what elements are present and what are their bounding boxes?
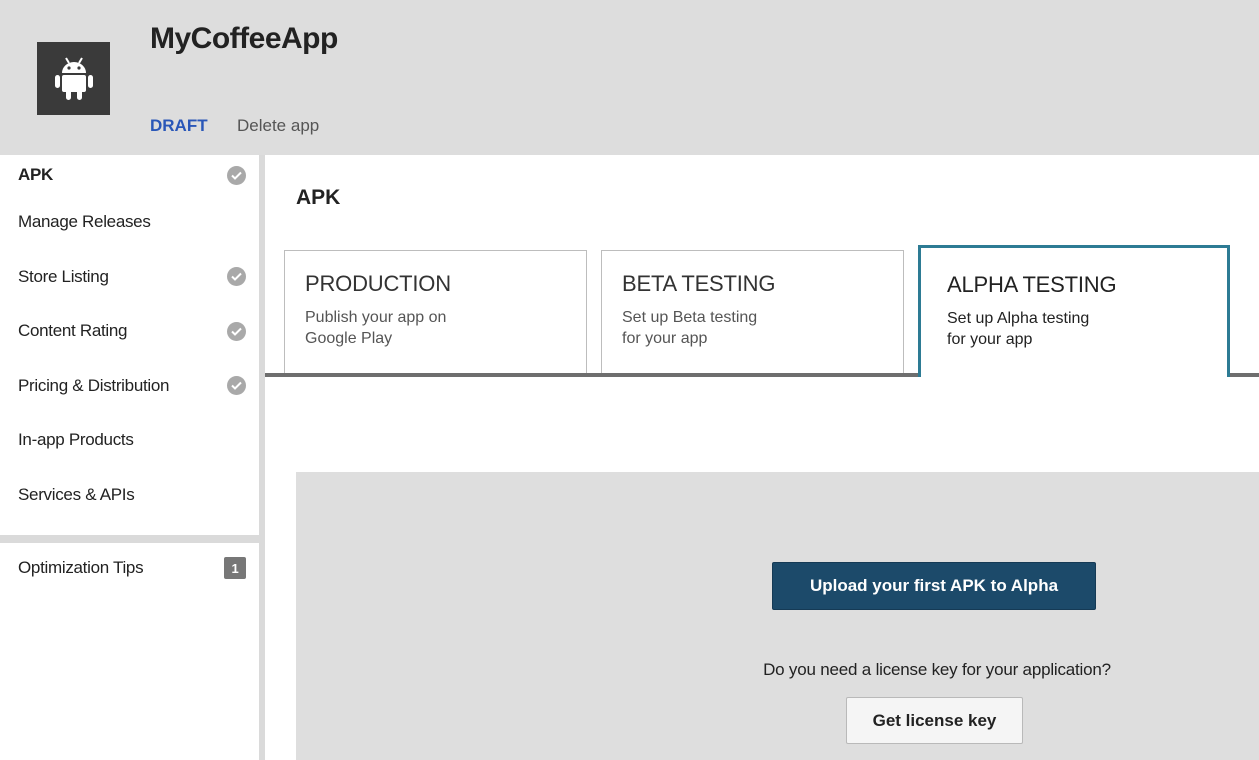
tab-production[interactable]: PRODUCTION Publish your app on Google Pl…: [284, 250, 587, 375]
count-badge: 1: [224, 557, 246, 579]
sidebar-item-label: APK: [18, 165, 53, 184]
tab-description-line: for your app: [947, 331, 1033, 348]
sidebar-item-label: Manage Releases: [18, 212, 151, 232]
tab-alpha-testing[interactable]: ALPHA TESTING Set up Alpha testing for y…: [918, 245, 1230, 377]
app-header: MyCoffeeApp DRAFT Delete app: [0, 0, 1259, 155]
sidebar-item-label: Optimization Tips: [18, 558, 144, 577]
check-icon: [227, 165, 246, 185]
check-icon: [227, 321, 246, 341]
check-icon: [227, 267, 246, 287]
sidebar-border: [259, 155, 265, 760]
tab-description: Set up Beta testing for your app: [622, 307, 883, 349]
get-license-key-button[interactable]: Get license key: [846, 697, 1023, 744]
sidebar-item-in-app-products[interactable]: In-app Products: [0, 413, 259, 468]
sidebar-item-manage-releases[interactable]: Manage Releases: [0, 195, 259, 250]
tab-title: ALPHA TESTING: [947, 272, 1117, 297]
license-question: Do you need a license key for your appli…: [763, 660, 1111, 679]
tab-description-line: Set up Alpha testing: [947, 310, 1090, 327]
tab-description-line: Publish your app on: [305, 309, 447, 326]
sidebar-item-apk[interactable]: APK: [0, 155, 259, 195]
app-title: MyCoffeeApp: [150, 22, 338, 55]
status-badge: DRAFT: [150, 116, 208, 135]
tab-description-line: Set up Beta testing: [622, 309, 758, 326]
tab-description: Set up Alpha testing for your app: [947, 308, 1201, 350]
tab-description: Publish your app on Google Play: [305, 307, 566, 349]
sidebar-item-label: Store Listing: [18, 266, 109, 286]
sidebar-item-label: Services & APIs: [18, 484, 135, 504]
upload-apk-button[interactable]: Upload your first APK to Alpha: [772, 562, 1096, 610]
tab-title: PRODUCTION: [305, 271, 451, 296]
tab-description-line: for your app: [622, 330, 708, 347]
tab-beta-testing[interactable]: BETA TESTING Set up Beta testing for you…: [601, 250, 904, 375]
sidebar-item-content-rating[interactable]: Content Rating: [0, 304, 259, 359]
sidebar: APK Manage Releases Store Listing Conten…: [0, 155, 259, 760]
delete-app-link[interactable]: Delete app: [237, 116, 319, 136]
sidebar-item-store-listing[interactable]: Store Listing: [0, 250, 259, 305]
tab-description-line: Google Play: [305, 330, 393, 347]
sidebar-item-label: Content Rating: [18, 321, 128, 341]
sidebar-item-label: Pricing & Distribution: [18, 375, 170, 395]
sidebar-item-optimization-tips[interactable]: Optimization Tips 1: [0, 557, 259, 579]
android-icon: [37, 42, 110, 115]
sidebar-item-services-apis[interactable]: Services & APIs: [0, 468, 259, 523]
sidebar-divider: [0, 535, 259, 543]
check-icon: [227, 376, 246, 396]
sidebar-nav: APK Manage Releases Store Listing Conten…: [0, 155, 259, 522]
tab-title: BETA TESTING: [622, 271, 776, 296]
sidebar-item-label: In-app Products: [18, 430, 134, 450]
page-title: APK: [296, 186, 341, 209]
sidebar-item-pricing-distribution[interactable]: Pricing & Distribution: [0, 359, 259, 414]
upload-panel: [296, 472, 1259, 760]
